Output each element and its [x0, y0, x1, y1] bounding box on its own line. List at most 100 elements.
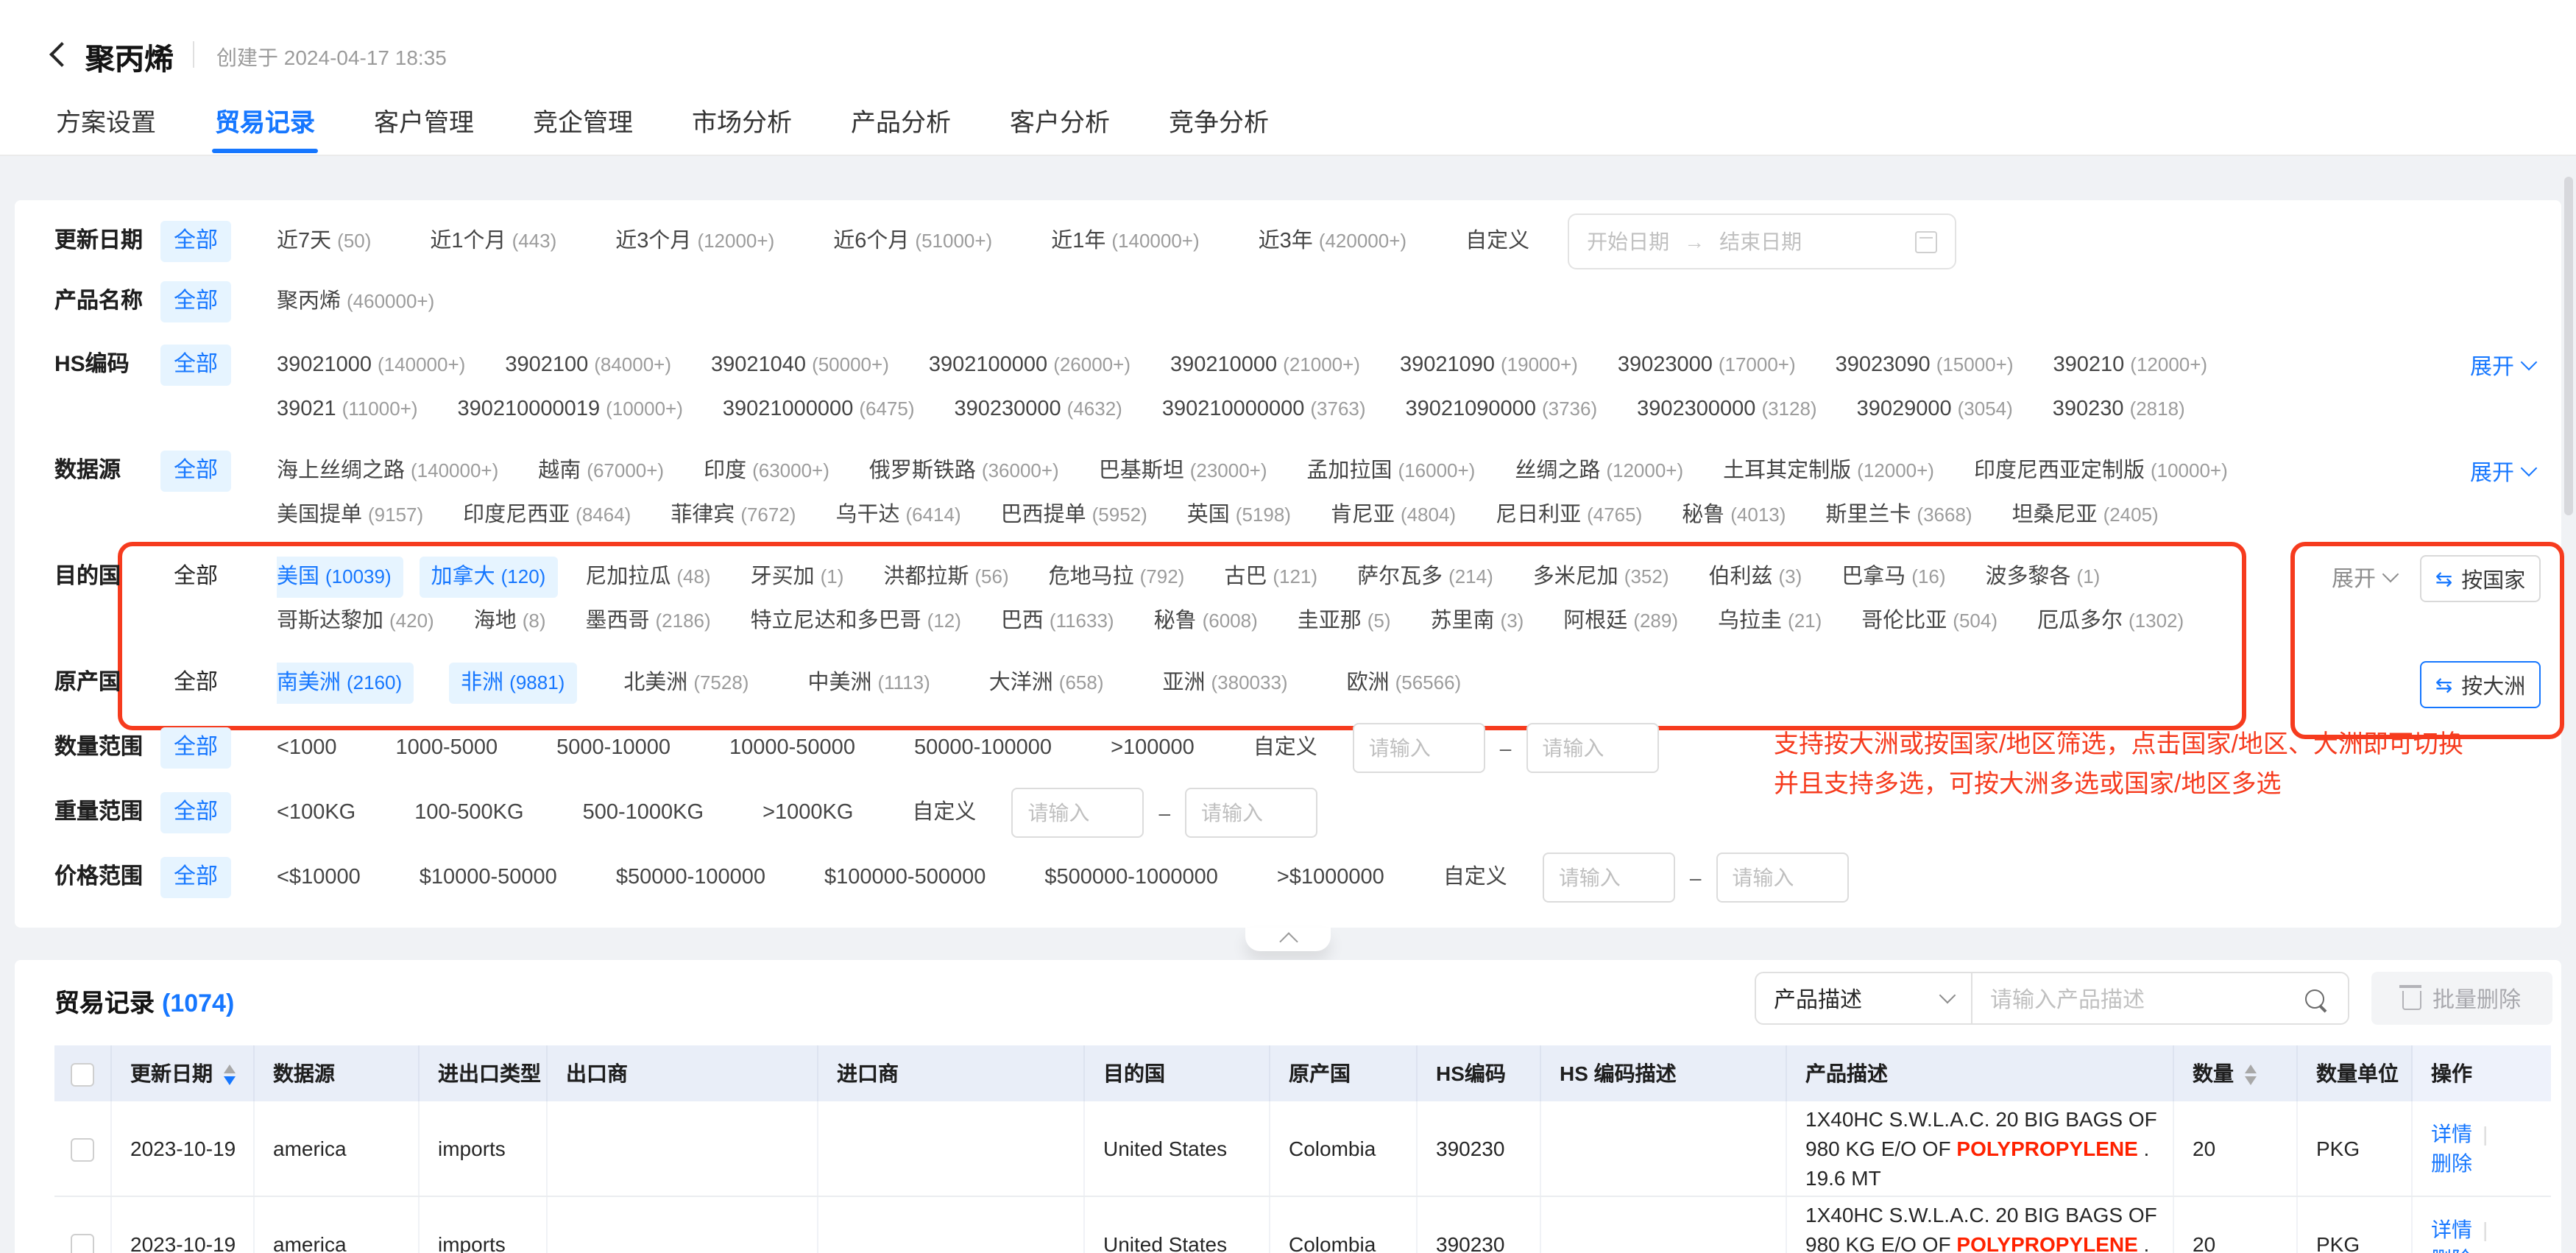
filter-8-all-option[interactable]: 全部: [160, 792, 231, 833]
filter-option[interactable]: 39021090(19000+): [1400, 349, 1578, 381]
filter-option[interactable]: 10000-50000: [729, 733, 855, 763]
filter-7-all-option[interactable]: 全部: [160, 727, 231, 769]
tab-6[interactable]: 产品分析: [848, 94, 954, 153]
filter-2-all-option[interactable]: 全部: [160, 281, 231, 322]
filter-option[interactable]: 39021(11000+): [277, 393, 418, 426]
range-min-input[interactable]: 请输入: [1353, 723, 1485, 773]
date-range-picker[interactable]: 开始日期→结束日期: [1568, 213, 1956, 269]
filter-option[interactable]: 苏里南(3): [1431, 605, 1524, 638]
filter-option[interactable]: 印度尼西亚(8464): [463, 499, 631, 532]
filter-option[interactable]: 39021090000(3736): [1406, 393, 1598, 426]
delete-link[interactable]: 删除: [2431, 1151, 2472, 1175]
filter-option[interactable]: 斯里兰卡(3668): [1825, 499, 1972, 532]
scrollbar[interactable]: [2564, 177, 2573, 515]
filter-option[interactable]: 39021000(140000+): [277, 349, 465, 381]
tab-2[interactable]: 贸易记录: [212, 94, 318, 153]
filter-option[interactable]: 自定义: [1465, 226, 1529, 257]
select-all-checkbox[interactable]: [71, 1062, 94, 1086]
filter-option[interactable]: 印度尼西亚定制版(10000+): [1974, 455, 2228, 487]
column-header-5[interactable]: 进口商: [817, 1045, 1083, 1101]
range-max-input[interactable]: 请输入: [1526, 723, 1658, 773]
column-header-13[interactable]: 操作: [2411, 1045, 2551, 1101]
filter-option[interactable]: 厄瓜多尔(1302): [2037, 605, 2184, 638]
collapse-filters-tab[interactable]: [1245, 928, 1331, 951]
filter-option[interactable]: 哥斯达黎加(420): [277, 605, 434, 638]
search-icon[interactable]: [2305, 989, 2324, 1008]
filter-option[interactable]: 菲律宾(7672): [670, 499, 796, 532]
filter-option[interactable]: <$10000: [277, 862, 361, 893]
filter-option[interactable]: 欧洲(56566): [1347, 667, 1462, 699]
filter-option[interactable]: 非洲(9881): [449, 663, 576, 704]
column-header-1[interactable]: 更新日期: [110, 1045, 253, 1101]
column-header-2[interactable]: 数据源: [253, 1045, 418, 1101]
filter-option[interactable]: 近1年(140000+): [1051, 225, 1199, 258]
column-header-10[interactable]: 产品描述: [1786, 1045, 2173, 1101]
filter-option[interactable]: 加拿大(120): [420, 557, 558, 598]
search-input[interactable]: 请输入产品描述: [1972, 973, 2348, 1023]
filter-option[interactable]: 390230000(4632): [955, 393, 1122, 426]
filter-option[interactable]: 近6个月(51000+): [833, 225, 992, 258]
filter-option[interactable]: 巴西(11633): [1001, 605, 1114, 638]
filter-option[interactable]: 肯尼亚(4804): [1331, 499, 1456, 532]
filter-option[interactable]: 3902100(84000+): [505, 349, 671, 381]
filter-option[interactable]: 洪都拉斯(56): [883, 561, 1008, 593]
column-header-9[interactable]: HS 编码描述: [1540, 1045, 1786, 1101]
filter-option[interactable]: 墨西哥(2186): [586, 605, 711, 638]
filter-option[interactable]: 南美洲(2160): [277, 663, 414, 704]
column-header-7[interactable]: 原产国: [1269, 1045, 1416, 1101]
tab-1[interactable]: 方案设置: [53, 94, 159, 153]
filter-option[interactable]: 伯利兹(3): [1709, 561, 1802, 593]
filter-option[interactable]: >$1000000: [1277, 862, 1384, 893]
column-header-3[interactable]: 进出口类型: [418, 1045, 546, 1101]
range-min-input[interactable]: 请输入: [1543, 853, 1675, 903]
filter-option[interactable]: 聚丙烯(460000+): [277, 286, 434, 318]
filter-option[interactable]: 自定义: [1443, 862, 1507, 893]
delete-link[interactable]: 删除: [2431, 1247, 2472, 1253]
filter-option[interactable]: 390210(12000+): [2053, 349, 2208, 381]
tab-5[interactable]: 市场分析: [689, 94, 795, 153]
filter-option[interactable]: 印度(63000+): [704, 455, 829, 487]
column-header-4[interactable]: 出口商: [546, 1045, 817, 1101]
filter-option[interactable]: 50000-100000: [914, 733, 1052, 763]
filter-option[interactable]: 海地(8): [474, 605, 546, 638]
filter-option[interactable]: 乌干达(6414): [835, 499, 960, 532]
filter-option[interactable]: 多米尼加(352): [1533, 561, 1669, 593]
filter-option[interactable]: 自定义: [1253, 733, 1317, 763]
switch-mode-button[interactable]: ⇆按国家: [2420, 555, 2541, 602]
filter-option[interactable]: 近1个月(443): [430, 225, 556, 258]
filter-option[interactable]: 波多黎各(1): [1986, 561, 2101, 593]
tab-4[interactable]: 竞企管理: [530, 94, 636, 153]
filter-option[interactable]: 39021040(50000+): [711, 349, 889, 381]
filter-option[interactable]: 北美洲(7528): [623, 667, 749, 699]
filter-option[interactable]: $10000-50000: [420, 862, 557, 893]
filter-option[interactable]: 孟加拉国(16000+): [1307, 455, 1476, 487]
filter-option[interactable]: 中美洲(1113): [807, 667, 930, 699]
row-checkbox[interactable]: [71, 1137, 94, 1161]
filter-option[interactable]: 俄罗斯铁路(36000+): [869, 455, 1059, 487]
filter-1-all-option[interactable]: 全部: [160, 221, 231, 262]
filter-option[interactable]: 100-500KG: [414, 797, 523, 828]
filter-option[interactable]: >1000KG: [762, 797, 853, 828]
expand-link[interactable]: 展开: [2470, 449, 2535, 493]
filter-option[interactable]: 亚洲(380033): [1163, 667, 1288, 699]
filter-option[interactable]: 巴基斯坦(23000+): [1099, 455, 1267, 487]
filter-option[interactable]: 39023000(17000+): [1618, 349, 1796, 381]
filter-option[interactable]: 尼日利亚(4765): [1496, 499, 1642, 532]
filter-6-all-option[interactable]: 全部: [174, 668, 218, 698]
filter-3-all-option[interactable]: 全部: [160, 345, 231, 386]
range-max-input[interactable]: 请输入: [1716, 853, 1848, 903]
filter-option[interactable]: 坦桑尼亚(2405): [2012, 499, 2159, 532]
filter-option[interactable]: 萨尔瓦多(214): [1357, 561, 1493, 593]
column-header-11[interactable]: 数量: [2173, 1045, 2296, 1101]
filter-option[interactable]: 圭亚那(5): [1298, 605, 1391, 638]
column-header-8[interactable]: HS编码: [1416, 1045, 1540, 1101]
filter-option[interactable]: 秘鲁(6008): [1154, 605, 1258, 638]
filter-option[interactable]: 特立尼达和多巴哥(12): [751, 605, 961, 638]
filter-option[interactable]: 巴西提单(5952): [1001, 499, 1147, 532]
expand-link[interactable]: 展开: [2470, 343, 2535, 387]
filter-option[interactable]: 390210000(21000+): [1170, 349, 1360, 381]
filter-option[interactable]: 乌拉圭(21): [1718, 605, 1822, 638]
range-min-input[interactable]: 请输入: [1011, 788, 1144, 838]
row-checkbox[interactable]: [71, 1233, 94, 1253]
filter-option[interactable]: 巴拿马(16): [1841, 561, 1945, 593]
